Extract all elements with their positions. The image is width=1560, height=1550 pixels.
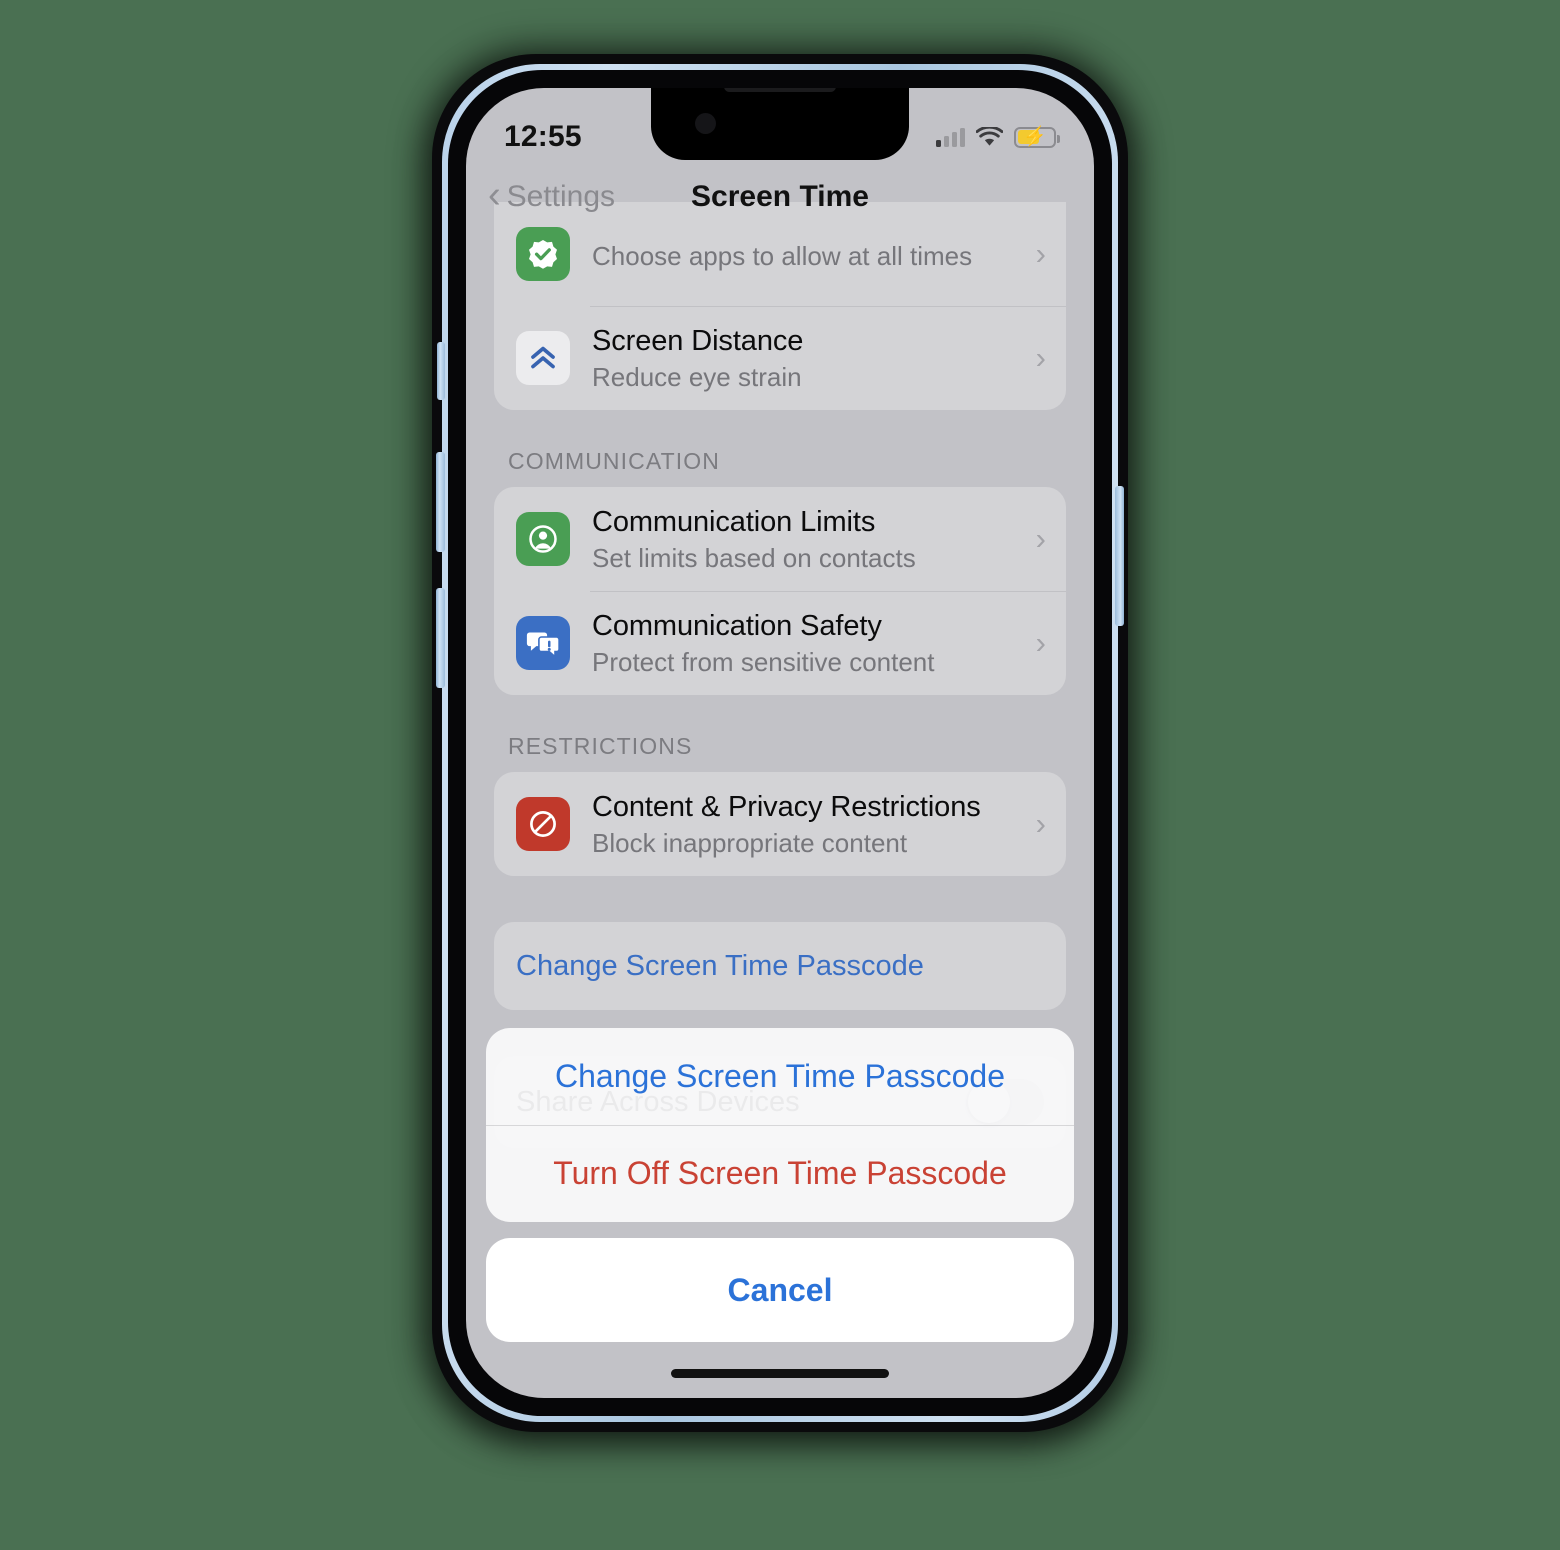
screen-distance-chevrons-icon — [516, 331, 570, 385]
cellular-signal-icon — [936, 127, 965, 147]
list-item-subtitle: Protect from sensitive content — [592, 646, 935, 677]
chevron-right-icon: › — [1035, 340, 1046, 375]
display-notch — [651, 88, 909, 160]
list-item-communication-safety[interactable]: Communication Safety Protect from sensit… — [494, 591, 1066, 695]
list-item-text: Screen Distance Reduce eye strain — [592, 324, 1024, 393]
status-bar-clock: 12:55 — [504, 120, 582, 153]
cancel-button[interactable]: Cancel — [486, 1238, 1074, 1342]
phone-screen: 12:55 ⚡ Screen Time ‹ Settings Choose ap… — [466, 88, 1094, 1398]
list-item-title: Content & Privacy Restrictions — [592, 790, 981, 823]
earpiece-speaker — [724, 88, 836, 92]
action-sheet-options-group: Change Screen Time Passcode Turn Off Scr… — [486, 1028, 1074, 1222]
back-button[interactable]: ‹ Settings — [488, 176, 616, 214]
list-item-content-privacy-restrictions[interactable]: Content & Privacy Restrictions Block ina… — [494, 772, 1066, 876]
list-item-title: Communication Safety — [592, 609, 882, 642]
prohibited-sign-icon — [516, 797, 570, 851]
always-allowed-checkmark-icon — [516, 227, 570, 281]
chevron-right-icon: › — [1035, 236, 1046, 271]
status-bar-indicators: ⚡ — [936, 126, 1060, 148]
change-screen-time-passcode-label: Change Screen Time Passcode — [516, 949, 924, 982]
section-card-communication: Communication Limits Set limits based on… — [494, 487, 1066, 695]
battery-charging-icon: ⚡ — [1014, 126, 1060, 148]
volume-up-button[interactable] — [436, 452, 445, 552]
section-card-restrictions: Content & Privacy Restrictions Block ina… — [494, 772, 1066, 876]
list-item-title: Screen Distance — [592, 324, 804, 357]
list-item-text: Communication Limits Set limits based on… — [592, 505, 1024, 574]
list-item-subtitle: Set limits based on contacts — [592, 542, 916, 573]
page-root: 12:55 ⚡ Screen Time ‹ Settings Choose ap… — [0, 0, 1560, 1550]
list-item-subtitle: Reduce eye strain — [592, 361, 802, 392]
section-card-top: Choose apps to allow at all times › Scre… — [494, 202, 1066, 410]
chevron-right-icon: › — [1035, 625, 1046, 660]
change-screen-time-passcode-option[interactable]: Change Screen Time Passcode — [486, 1028, 1074, 1125]
list-item-text: Communication Safety Protect from sensit… — [592, 609, 1024, 678]
section-card-passcode: Change Screen Time Passcode — [494, 922, 1066, 1010]
chevron-left-icon: ‹ — [488, 174, 501, 216]
mute-switch-button[interactable] — [437, 342, 445, 400]
list-item-subtitle: Block inappropriate content — [592, 827, 908, 858]
action-sheet: Change Screen Time Passcode Turn Off Scr… — [466, 1028, 1094, 1398]
volume-down-button[interactable] — [436, 588, 445, 688]
section-header-restrictions: RESTRICTIONS — [508, 733, 693, 759]
section-header-communication: COMMUNICATION — [508, 448, 720, 474]
list-item-subtitle: Choose apps to allow at all times — [592, 240, 973, 271]
front-camera-icon — [695, 113, 716, 134]
wifi-icon — [976, 127, 1003, 146]
chevron-right-icon: › — [1035, 521, 1046, 556]
message-bubbles-warning-icon — [516, 616, 570, 670]
navigation-bar: Screen Time ‹ Settings — [466, 164, 1094, 230]
power-side-button[interactable] — [1115, 486, 1124, 626]
list-item-screen-distance[interactable]: Screen Distance Reduce eye strain › — [494, 306, 1066, 410]
contact-person-icon — [516, 512, 570, 566]
home-indicator[interactable] — [671, 1369, 889, 1378]
back-button-label: Settings — [506, 180, 616, 213]
list-item-communication-limits[interactable]: Communication Limits Set limits based on… — [494, 487, 1066, 591]
turn-off-screen-time-passcode-option[interactable]: Turn Off Screen Time Passcode — [486, 1125, 1074, 1222]
list-item-title: Communication Limits — [592, 505, 876, 538]
list-item-text: Choose apps to allow at all times — [592, 237, 1024, 272]
list-item-text: Content & Privacy Restrictions Block ina… — [592, 790, 1024, 859]
change-screen-time-passcode-button[interactable]: Change Screen Time Passcode — [494, 922, 1066, 1010]
chevron-right-icon: › — [1035, 806, 1046, 841]
